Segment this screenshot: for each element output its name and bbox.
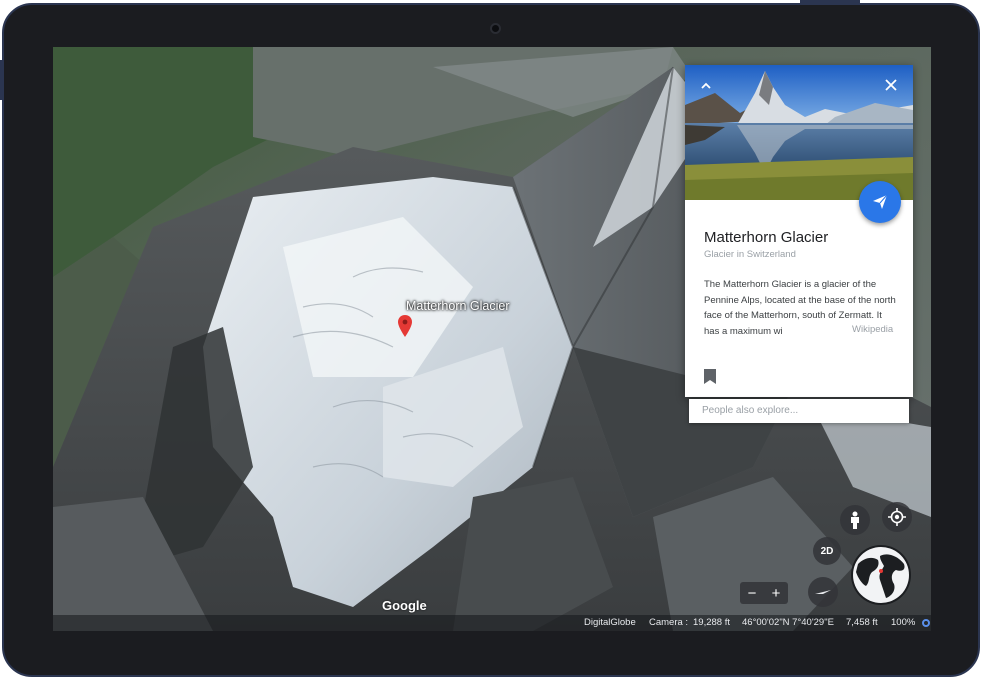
pegman-icon <box>851 511 859 529</box>
chevron-up-icon[interactable] <box>699 79 713 93</box>
elevation: 7,458 ft <box>846 617 878 628</box>
people-also-explore[interactable]: People also explore... <box>689 399 909 423</box>
share-button[interactable] <box>859 181 901 223</box>
zoom-controls: − + <box>740 582 788 604</box>
card-subtitle: Glacier in Switzerland <box>704 249 796 260</box>
card-title: Matterhorn Glacier <box>704 229 829 246</box>
send-icon <box>873 194 888 209</box>
tablet-side-button <box>0 60 3 100</box>
streaming-indicator-icon <box>922 619 930 627</box>
map-pin-icon[interactable] <box>398 315 412 337</box>
coordinates: 46°00'02"N 7°40'29"E <box>742 617 834 628</box>
place-photo[interactable] <box>685 65 913 200</box>
my-location-button[interactable] <box>882 502 912 532</box>
view-toggle-2d-button[interactable]: 2D <box>813 537 841 565</box>
status-bar: DigitalGlobe Camera : 19,288 ft 46°00'02… <box>53 615 931 631</box>
my-location-icon <box>888 508 906 526</box>
tablet-top-button <box>800 0 860 3</box>
camera-label: Camera : <box>649 617 689 628</box>
place-label[interactable]: Matterhorn Glacier <box>406 299 510 313</box>
compass-button[interactable] <box>808 577 838 607</box>
streaming-percent: 100% <box>891 617 916 628</box>
close-icon[interactable] <box>883 77 899 93</box>
description-fade <box>805 324 845 339</box>
google-logo: Google <box>382 598 427 613</box>
wikipedia-link[interactable]: Wikipedia <box>852 324 893 335</box>
earth-viewport[interactable]: Matterhorn Glacier Google Matterhorn Gla… <box>53 47 931 631</box>
camera-altitude: 19,288 ft <box>693 617 730 628</box>
street-view-button[interactable] <box>840 505 870 535</box>
zoom-out-button[interactable]: − <box>741 586 763 601</box>
front-camera <box>490 23 501 34</box>
globe-icon[interactable] <box>850 544 912 606</box>
imagery-credit: DigitalGlobe <box>584 617 636 628</box>
knowledge-card: Matterhorn Glacier Glacier in Switzerlan… <box>685 65 913 397</box>
compass-icon <box>815 590 831 594</box>
bookmark-icon[interactable] <box>704 369 716 384</box>
zoom-in-button[interactable]: + <box>765 586 787 601</box>
